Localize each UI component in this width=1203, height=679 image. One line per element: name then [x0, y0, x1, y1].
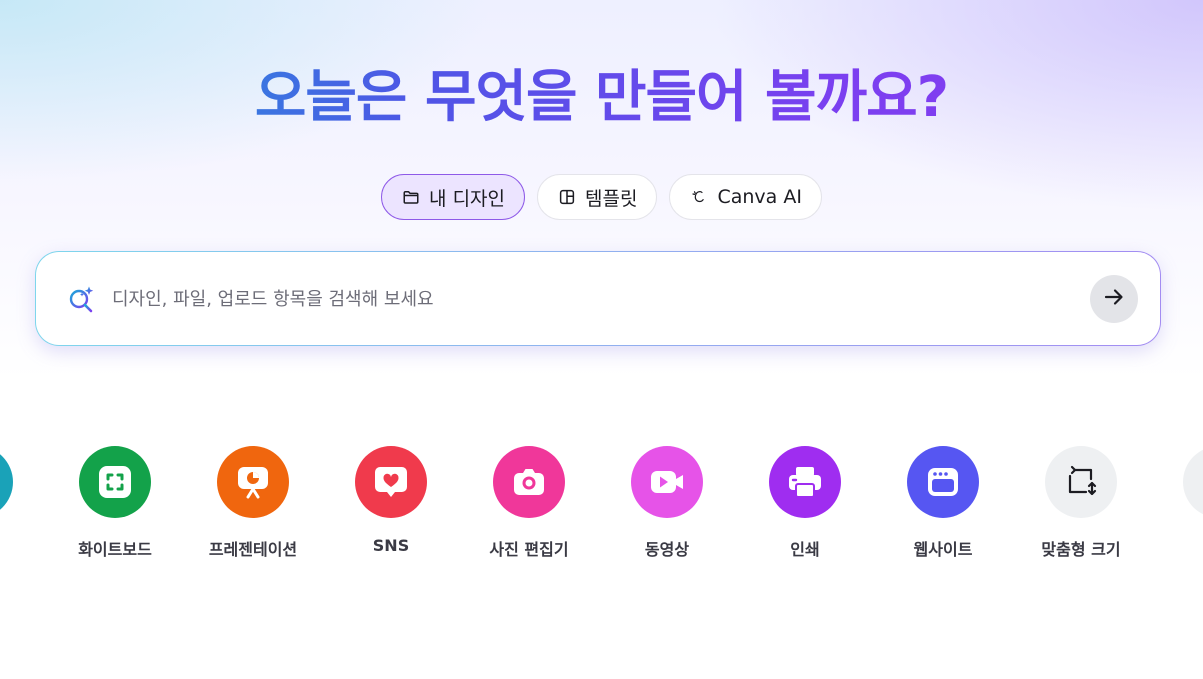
printer-icon — [769, 446, 841, 518]
mode-tabs: 내 디자인 템플릿 Canva AI — [0, 174, 1203, 220]
whiteboard-icon — [79, 446, 151, 518]
sparkle-search-icon — [67, 284, 97, 314]
search-submit-button[interactable] — [1090, 275, 1138, 323]
canva-ai-icon — [689, 187, 709, 207]
shortcut-label: SNS — [372, 536, 410, 555]
shortcut-label: 인쇄 — [790, 540, 820, 559]
shortcut-video[interactable]: 동영상 — [602, 446, 732, 560]
tab-label: 템플릿 — [585, 187, 638, 210]
camera-icon — [493, 446, 565, 518]
search-bar — [35, 251, 1161, 346]
shortcut-whiteboard[interactable]: 화이트보드 — [50, 446, 180, 560]
arrow-right-icon — [1102, 285, 1126, 313]
tab-canva-ai[interactable]: Canva AI — [669, 174, 822, 220]
tab-label: Canva AI — [717, 186, 802, 208]
shortcut-label: 동영상 — [644, 540, 690, 559]
shortcut-label: 사진 편집기 — [489, 540, 569, 559]
template-icon — [557, 187, 577, 207]
partial-icon — [0, 446, 13, 518]
tab-label: 내 디자인 — [429, 187, 506, 210]
heart-icon — [355, 446, 427, 518]
shortcut-sns[interactable]: SNS — [326, 446, 456, 555]
shortcut-custom-size[interactable]: 맞춤형 크기 — [1016, 446, 1146, 560]
video-icon — [631, 446, 703, 518]
design-shortcuts: 화이트보드 프레젠테이션 SNS 사진 편집기 동영상 인쇄 웹사이트 맞춤형 … — [0, 446, 1203, 566]
shortcut-label: 화이트보드 — [78, 540, 152, 559]
tab-my-designs[interactable]: 내 디자인 — [381, 174, 526, 220]
search-input[interactable] — [112, 282, 1012, 316]
shortcut-label: 프레젠테이션 — [208, 540, 298, 559]
shortcut-print[interactable]: 인쇄 — [740, 446, 870, 560]
shortcut-photo-editor[interactable]: 사진 편집기 — [464, 446, 594, 560]
upload-icon — [1183, 446, 1203, 518]
shortcut-label: 맞춤형 크기 — [1041, 540, 1121, 559]
shortcut-website[interactable]: 웹사이트 — [878, 446, 1008, 560]
resize-icon — [1045, 446, 1117, 518]
shortcut-partial[interactable] — [0, 446, 42, 536]
website-icon — [907, 446, 979, 518]
folder-icon — [401, 187, 421, 207]
page-title: 오늘은 무엇을 만들어 볼까요? — [0, 62, 1203, 134]
shortcut-presentation[interactable]: 프레젠테이션 — [188, 446, 318, 560]
shortcut-upload-partial[interactable]: 업 — [1154, 446, 1203, 560]
tab-templates[interactable]: 템플릿 — [537, 174, 658, 220]
shortcut-label: 웹사이트 — [913, 540, 973, 559]
shortcut-label: 업 — [1154, 536, 1203, 560]
presentation-icon — [217, 446, 289, 518]
